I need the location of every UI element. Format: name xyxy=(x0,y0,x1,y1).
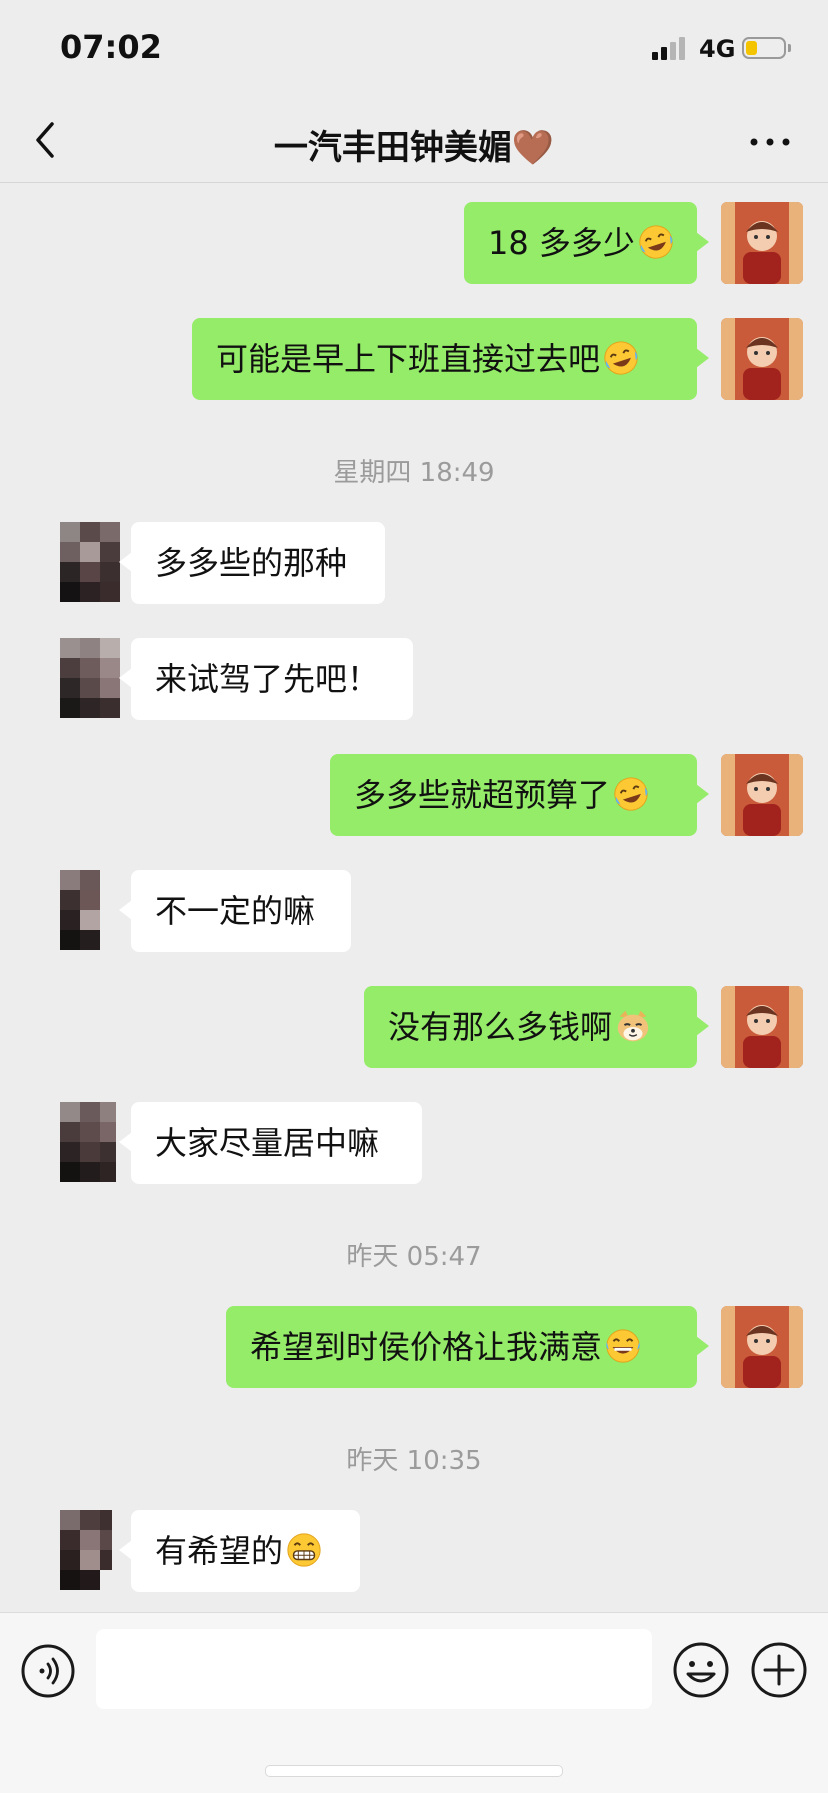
message-composer xyxy=(0,1612,828,1793)
contact-avatar[interactable] xyxy=(60,638,120,718)
grin-emoji-icon xyxy=(287,1533,321,1567)
message-bubble[interactable]: 大家尽量居中嘛 xyxy=(119,1102,422,1184)
message-bubble[interactable]: 可能是早上下班直接过去吧 xyxy=(192,318,709,400)
status-time: 07:02 xyxy=(60,28,162,66)
message-text: 来试驾了先吧！ xyxy=(155,660,380,698)
message-outgoing: 没有那么多钱啊 xyxy=(0,986,828,1068)
message-text: 多多些的那种 xyxy=(155,544,348,582)
network-label: 4G xyxy=(699,35,736,63)
message-bubble[interactable]: 不一定的嘛 xyxy=(119,870,351,952)
message-outgoing: 18 多多少 xyxy=(0,202,828,284)
message-incoming: 不一定的嘛 xyxy=(0,870,828,952)
contact-avatar[interactable] xyxy=(60,522,120,602)
chat-timestamp: 昨天 10:35 xyxy=(346,1446,482,1476)
contact-avatar[interactable] xyxy=(60,1102,116,1182)
status-bar: 07:02 4G xyxy=(0,0,828,100)
message-text: 有希望的 xyxy=(155,1532,284,1570)
message-text: 18 多多少 xyxy=(488,224,635,262)
message-bubble[interactable]: 18 多多少 xyxy=(464,202,709,284)
message-incoming: 大家尽量居中嘛 xyxy=(0,1102,828,1184)
message-incoming: 来试驾了先吧！ xyxy=(0,638,828,720)
chat-timestamp: 星期四 18:49 xyxy=(333,458,495,488)
message-bubble[interactable]: 多多些的那种 xyxy=(119,522,385,604)
message-bubble[interactable]: 希望到时侯价格让我满意 xyxy=(226,1306,709,1388)
more-functions-plus-icon[interactable] xyxy=(750,1641,808,1699)
chat-header: 一汽丰田钟美媚🤎 xyxy=(0,100,828,183)
my-avatar[interactable] xyxy=(721,318,803,400)
contact-avatar[interactable] xyxy=(60,1510,112,1590)
chat-title: 一汽丰田钟美媚🤎 xyxy=(273,128,555,168)
message-text: 多多些就超预算了 xyxy=(354,776,611,814)
doge-emoji-icon xyxy=(617,1010,649,1042)
message-text: 可能是早上下班直接过去吧 xyxy=(216,340,601,378)
message-outgoing: 可能是早上下班直接过去吧 xyxy=(0,318,828,400)
laugh-tears-emoji-icon xyxy=(604,341,638,375)
battery-icon xyxy=(742,37,791,59)
laugh-tears-emoji-icon xyxy=(614,777,648,811)
my-avatar[interactable] xyxy=(721,1306,803,1388)
message-bubble[interactable]: 有希望的 xyxy=(119,1510,360,1592)
chat-timestamp: 昨天 05:47 xyxy=(346,1242,482,1272)
voice-input-icon[interactable] xyxy=(20,1643,76,1699)
message-incoming: 多多些的那种 xyxy=(0,522,828,604)
laugh-tears-emoji-icon xyxy=(639,225,673,259)
message-input[interactable] xyxy=(96,1629,652,1709)
message-text: 没有那么多钱啊 xyxy=(388,1008,613,1046)
message-incoming: 有希望的 xyxy=(0,1510,828,1592)
message-bubble[interactable]: 没有那么多钱啊 xyxy=(364,986,709,1068)
more-options-icon[interactable] xyxy=(746,122,794,162)
grin-sweat-emoji-icon xyxy=(606,1329,640,1363)
message-outgoing: 希望到时侯价格让我满意 xyxy=(0,1306,828,1388)
message-text: 不一定的嘛 xyxy=(155,892,316,930)
my-avatar[interactable] xyxy=(721,986,803,1068)
emoji-button-icon[interactable] xyxy=(672,1641,730,1699)
message-text: 大家尽量居中嘛 xyxy=(155,1124,380,1162)
signal-icon xyxy=(652,36,688,60)
contact-avatar[interactable] xyxy=(60,870,104,950)
message-outgoing: 多多些就超预算了 xyxy=(0,754,828,836)
message-text: 希望到时侯价格让我满意 xyxy=(250,1328,603,1366)
message-bubble[interactable]: 来试驾了先吧！ xyxy=(119,638,413,720)
my-avatar[interactable] xyxy=(721,754,803,836)
message-bubble[interactable]: 多多些就超预算了 xyxy=(330,754,709,836)
my-avatar[interactable] xyxy=(721,202,803,284)
home-indicator[interactable] xyxy=(265,1765,563,1777)
